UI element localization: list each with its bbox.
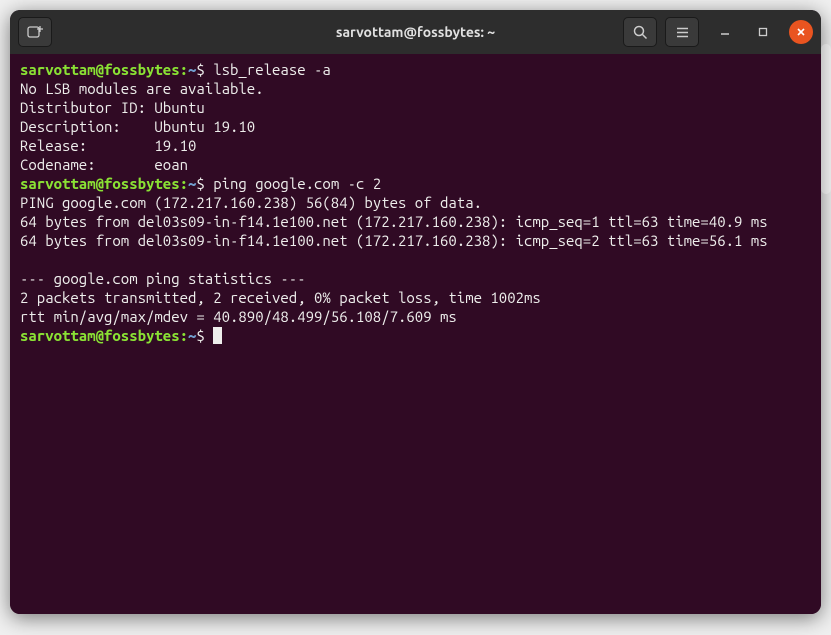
prompt-userhost: sarvottam@fossbytes [20, 175, 180, 192]
titlebar: sarvottam@fossbytes: ~ [10, 10, 821, 54]
command-line: sarvottam@fossbytes:~$ ping google.com -… [20, 174, 811, 193]
close-button[interactable] [789, 20, 813, 44]
menu-button[interactable] [665, 17, 699, 47]
cursor [213, 327, 222, 344]
maximize-icon [757, 26, 769, 38]
command-output: No LSB modules are available. Distributo… [20, 79, 811, 174]
prompt-userhost: sarvottam@fossbytes [20, 61, 180, 78]
terminal-window: sarvottam@fossbytes: ~ [10, 10, 821, 614]
search-button[interactable] [623, 17, 657, 47]
command-line: sarvottam@fossbytes:~$ [20, 326, 811, 345]
hamburger-icon [675, 25, 690, 40]
minimize-button[interactable] [713, 20, 737, 44]
command-text: ping google.com -c 2 [213, 175, 381, 192]
command-text: lsb_release -a [213, 61, 331, 78]
new-tab-icon [27, 24, 43, 40]
prompt-userhost: sarvottam@fossbytes [20, 327, 180, 344]
search-icon [633, 25, 648, 40]
minimize-icon [719, 26, 731, 38]
terminal-body[interactable]: sarvottam@fossbytes:~$ lsb_release -aNo … [10, 54, 821, 614]
window-title: sarvottam@fossbytes: ~ [336, 24, 495, 40]
command-output: PING google.com (172.217.160.238) 56(84)… [20, 193, 811, 326]
prompt-symbol: $ [196, 327, 213, 344]
maximize-button[interactable] [751, 20, 775, 44]
command-line: sarvottam@fossbytes:~$ lsb_release -a [20, 60, 811, 79]
prompt-symbol: $ [196, 175, 213, 192]
new-tab-button[interactable] [18, 17, 52, 47]
close-icon [795, 26, 807, 38]
prompt-symbol: $ [196, 61, 213, 78]
